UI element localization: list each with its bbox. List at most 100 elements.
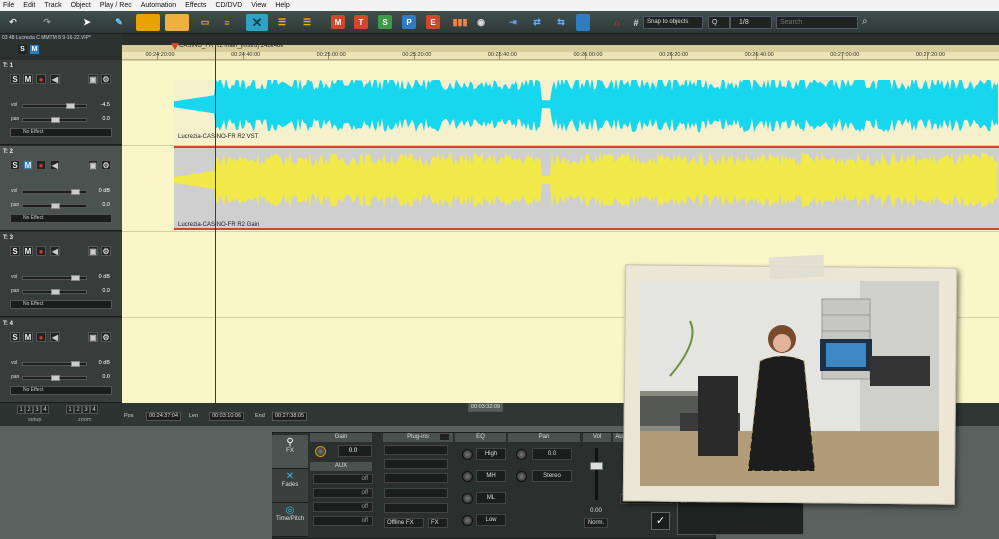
solo-button[interactable]: S [10,246,20,256]
pan-fader[interactable] [22,375,87,381]
search-icon[interactable]: ⌕ [862,16,874,29]
volume-value[interactable]: 0 dB [88,360,110,368]
gain-value[interactable]: 0.0 [338,445,372,457]
aux-slot[interactable]: off [313,488,373,498]
marker-icon[interactable] [171,43,179,50]
speaker-icon[interactable]: ◀ [50,246,60,256]
snap-grid-icon[interactable]: # [630,14,642,31]
volume-knob[interactable] [71,361,80,367]
pointer-tool-icon[interactable]: ➤ [80,14,94,31]
plugin-slot[interactable] [384,473,448,483]
marker-tool-icon[interactable]: ≡ [220,14,234,31]
eq-high-knob[interactable] [462,449,473,460]
ripple-mode-icon[interactable]: ⇄ [528,14,546,31]
pan-knob[interactable] [51,117,60,123]
pan-mode[interactable]: Stereo [532,470,572,482]
page-button[interactable]: 4 [90,405,98,414]
offline-fx-select[interactable]: Offline FX [384,518,424,528]
record-icon[interactable]: ● [36,332,46,342]
eq-mh-knob[interactable] [462,471,473,482]
aux-slot[interactable]: off [313,474,373,484]
eq-low-knob[interactable] [462,515,473,526]
track-header[interactable]: T: 3SM●◀▣⚙vol0 dBpan0.0FXNo Effect [0,232,122,317]
align-icon[interactable]: ☰ [273,14,291,31]
magnet-icon[interactable]: ∩ [606,14,628,31]
pen-icon[interactable]: ✓ [651,512,670,530]
track-name[interactable]: T: 4 [3,321,13,327]
settings-icon[interactable]: ⚙ [101,246,111,256]
fx-select[interactable]: No Effect [10,214,112,223]
menu-item-effects[interactable]: Effects [185,2,206,9]
menu-item-automation[interactable]: Automation [141,2,176,9]
plugin-slot[interactable] [384,459,448,469]
audio-object[interactable]: Lucrezia-CASINO-FR R2 Gain [174,146,999,230]
page-button[interactable]: 2 [74,405,82,414]
mute-button[interactable]: M [23,160,33,170]
menu-item-track[interactable]: Track [44,2,61,9]
pan-knob[interactable] [51,203,60,209]
fx-select[interactable]: No Effect [10,300,112,309]
pan-knob[interactable] [51,375,60,381]
eq-high-label[interactable]: High [476,448,506,460]
record-icon[interactable]: ● [36,160,46,170]
eq-ml-knob[interactable] [462,493,473,504]
scroll-position[interactable]: 00:03:32:09 [468,403,504,412]
solo-button[interactable]: S [10,332,20,342]
pan-value[interactable]: 0.0 [88,288,110,296]
page-button[interactable]: 2 [25,405,33,414]
search-input[interactable] [776,16,858,29]
track-header[interactable]: T: 2SM●◀▣⚙vol0 dBpan0.0FXNo Effect [0,146,122,231]
distribute-icon[interactable]: ☰ [298,14,316,31]
volume-value[interactable]: 0 dB [88,188,110,196]
track-name[interactable]: T: 1 [3,63,13,69]
volume-value[interactable]: -4.5 [88,102,110,110]
fx-button-s[interactable]: S [378,15,392,29]
pan-value[interactable]: 0.0 [88,374,110,382]
fx-select[interactable]: No Effect [10,386,112,395]
play-cursor[interactable] [215,45,216,403]
fx-select[interactable]: FX [428,518,448,528]
pan-fader[interactable] [22,203,87,209]
plugin-slot[interactable] [384,445,448,455]
page-button[interactable]: 1 [66,405,74,414]
track-header[interactable]: T: 1SM●◀▣⚙vol-4.5pan0.0FXNo Effect [0,60,122,145]
tab-time-pitch[interactable]: ◎ Time/Pitch [272,503,308,537]
global-mute-button[interactable]: M [30,45,39,54]
volume-fader[interactable] [22,275,87,281]
pos-value[interactable]: 00:24:37:04 [146,412,182,421]
global-solo-button[interactable]: S [18,45,27,54]
settings-icon[interactable]: ⚙ [101,332,111,342]
solo-button[interactable]: S [10,74,20,84]
range-tool-icon[interactable] [136,14,160,31]
aux-slot[interactable]: off [313,516,373,526]
pan-value[interactable]: 0.0 [88,116,110,124]
volume-fader[interactable] [22,361,87,367]
object-range-tool-icon[interactable] [165,14,189,31]
tab-fades[interactable]: ✕ Fades [272,469,308,503]
menu-item-play-rec[interactable]: Play / Rec [100,2,132,9]
split-tool-icon[interactable]: ▭ [194,14,216,31]
page-button[interactable]: 4 [41,405,49,414]
len-value[interactable]: 00:03:10:06 [209,412,245,421]
lock-icon[interactable]: ▣ [88,74,98,84]
fx-button-m[interactable]: M [331,15,345,29]
settings-icon[interactable]: ⚙ [101,160,111,170]
snap-mode-select[interactable]: Snap to objects [643,16,703,29]
volume-fader[interactable] [22,189,87,195]
fx-button-t[interactable]: T [354,15,368,29]
page-button[interactable]: 3 [33,405,41,414]
menu-item-file[interactable]: File [3,2,14,9]
redo-icon[interactable]: ↷ [38,14,56,31]
fx-button-e[interactable]: E [426,15,440,29]
norm-button[interactable]: Norm. [584,518,608,528]
page-button[interactable]: 1 [17,405,25,414]
audio-object[interactable]: Lucrezia-CASINO-FR R2 VST [174,76,999,144]
pan-value[interactable]: 0.0 [88,202,110,210]
speaker-icon[interactable]: ◀ [50,332,60,342]
pan-knob[interactable] [51,289,60,295]
mute-button[interactable]: M [23,74,33,84]
vol-fader-knob[interactable] [590,462,603,470]
ripple-all-icon[interactable]: ⇆ [552,14,570,31]
plugins-expand-icon[interactable] [440,434,449,440]
eq-low-label[interactable]: Low [476,514,506,526]
